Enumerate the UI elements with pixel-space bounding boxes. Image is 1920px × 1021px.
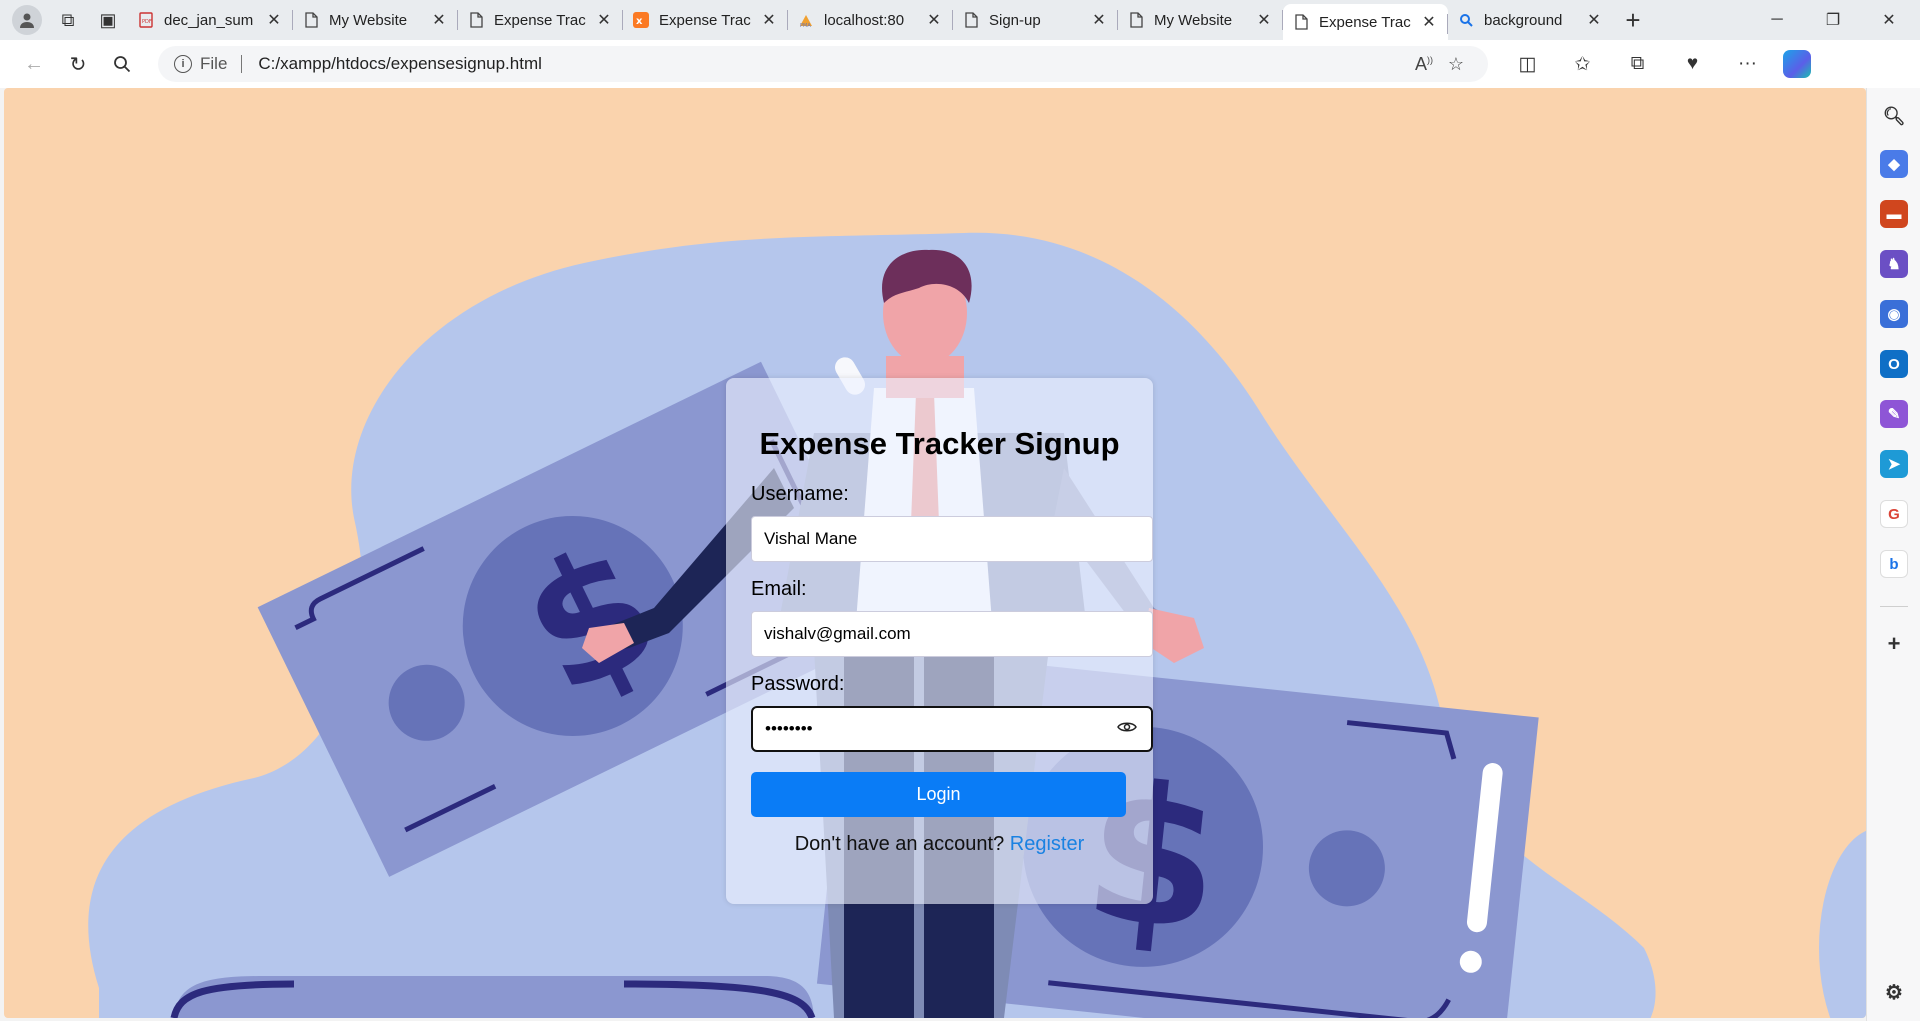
page-icon xyxy=(1128,12,1144,28)
sidebar-games-icon[interactable]: ♞ xyxy=(1880,250,1908,278)
sidebar-google-icon[interactable]: G xyxy=(1880,500,1908,528)
tab-label: localhost:80 xyxy=(824,11,905,29)
site-info-icon[interactable]: i xyxy=(174,55,192,73)
collections-icon[interactable]: ⧉ xyxy=(1610,44,1665,84)
divider xyxy=(241,55,243,73)
username-value: Vishal Mane xyxy=(764,529,858,548)
tab-close-icon[interactable]: ✕ xyxy=(925,10,943,30)
tab-close-icon[interactable]: ✕ xyxy=(1090,10,1108,30)
sidebar-outlook-icon[interactable]: O xyxy=(1880,350,1908,378)
tab-close-icon[interactable]: ✕ xyxy=(760,10,778,30)
form-title: Expense Tracker Signup xyxy=(759,426,1120,461)
read-aloud-icon[interactable]: A)) xyxy=(1408,54,1440,75)
minimize-button[interactable]: ─ xyxy=(1749,0,1805,40)
page-icon xyxy=(963,12,979,28)
browser-tab[interactable]: background ✕ xyxy=(1448,0,1613,40)
signup-form-card: Expense Tracker Signup Username: Vishal … xyxy=(726,378,1153,904)
browser-tab[interactable]: Expense Trac ✕ xyxy=(458,0,623,40)
tab-label: Expense Trac xyxy=(494,11,586,29)
browser-tab[interactable]: Expense Trac ✕ xyxy=(1283,4,1448,40)
tab-label: dec_jan_sum xyxy=(164,11,254,29)
xampp-icon: x xyxy=(633,12,649,28)
sidebar-bing-icon[interactable]: b xyxy=(1880,550,1908,578)
username-label: Username: xyxy=(751,483,849,505)
tab-close-icon[interactable]: ✕ xyxy=(430,10,448,30)
show-password-eye-icon[interactable] xyxy=(1117,720,1137,739)
page-icon xyxy=(1293,14,1309,30)
sidebar-search-icon[interactable]: 🔍︎ xyxy=(1880,102,1908,130)
tab-label: Expense Trac xyxy=(1319,13,1411,31)
split-screen-icon[interactable]: ◫ xyxy=(1500,44,1555,84)
tab-actions-icon[interactable]: ▣ xyxy=(88,0,128,40)
sidebar-divider xyxy=(1880,606,1908,607)
browser-tab[interactable]: My Website ✕ xyxy=(1118,0,1283,40)
more-menu-icon[interactable]: ··· xyxy=(1720,44,1775,84)
search-icon xyxy=(1458,12,1474,28)
omnibox[interactable]: i File C:/xampp/htdocs/expensesignup.htm… xyxy=(158,46,1488,82)
phpmyadmin-icon: PMA xyxy=(798,12,814,28)
sidebar-send-icon[interactable]: ➤ xyxy=(1880,450,1908,478)
browser-tab[interactable]: My Website ✕ xyxy=(293,0,458,40)
tab-close-icon[interactable]: ✕ xyxy=(1585,10,1603,30)
site-info-label: File xyxy=(200,54,228,73)
favorite-star-icon[interactable]: ☆ xyxy=(1440,54,1472,75)
tab-label: My Website xyxy=(1154,11,1233,29)
tab-close-icon[interactable]: ✕ xyxy=(1255,10,1273,30)
sidebar-shopping-icon[interactable]: ◆ xyxy=(1880,150,1908,178)
sidebar-microsoft365-icon[interactable]: ◉ xyxy=(1880,300,1908,328)
address-bar-row: ← ↻ i File C:/xampp/htdocs/expensesignup… xyxy=(0,40,1920,88)
tab-label: background xyxy=(1484,11,1563,29)
register-prompt: Don't have an account? Register xyxy=(726,833,1153,856)
register-link[interactable]: Register xyxy=(1010,833,1084,855)
email-value: vishalv@gmail.com xyxy=(764,624,911,643)
tab-close-icon[interactable]: ✕ xyxy=(265,10,283,30)
profile-avatar-icon[interactable] xyxy=(12,5,42,35)
tab-close-icon[interactable]: ✕ xyxy=(1420,12,1438,32)
page-icon xyxy=(468,12,484,28)
page-icon xyxy=(303,12,319,28)
url-text[interactable]: C:/xampp/htdocs/expensesignup.html xyxy=(258,54,1408,74)
tab-label: My Website xyxy=(329,11,408,29)
back-button[interactable]: ← xyxy=(12,44,56,84)
browser-tab[interactable]: x Expense Trac ✕ xyxy=(623,0,788,40)
tab-label: Expense Trac xyxy=(659,11,751,29)
register-prompt-text: Don't have an account? xyxy=(794,833,1005,855)
sidebar-tools-icon[interactable]: ▬ xyxy=(1880,200,1908,228)
close-window-button[interactable]: ✕ xyxy=(1861,0,1917,40)
workspaces-icon[interactable]: ⧉ xyxy=(48,0,88,40)
username-input[interactable]: Vishal Mane xyxy=(751,516,1153,562)
svg-text:PDF: PDF xyxy=(142,19,152,25)
sidebar-settings-gear-icon[interactable]: ⚙ xyxy=(1880,978,1908,1006)
password-input[interactable]: •••••••• xyxy=(751,706,1153,752)
browser-tab[interactable]: PDF dec_jan_sum ✕ xyxy=(128,0,293,40)
copilot-icon[interactable] xyxy=(1783,50,1811,78)
favorites-icon[interactable]: ✩ xyxy=(1555,44,1610,84)
search-icon[interactable] xyxy=(100,44,144,84)
edge-sidebar: 🔍︎ ◆ ▬ ♞ ◉ O ✎ ➤ G b + ⚙ xyxy=(1866,88,1920,1021)
pdf-icon: PDF xyxy=(138,12,154,28)
refresh-button[interactable]: ↻ xyxy=(56,44,100,84)
svg-text:x: x xyxy=(636,16,643,27)
email-label: Email: xyxy=(751,578,807,600)
sidebar-designer-icon[interactable]: ✎ xyxy=(1880,400,1908,428)
page-viewport: $ $ Expense Tracker Signup Username: Vis… xyxy=(4,88,1866,1018)
email-input[interactable]: vishalv@gmail.com xyxy=(751,611,1153,657)
login-button[interactable]: Login xyxy=(751,772,1126,817)
restore-button[interactable]: ❐ xyxy=(1805,0,1861,40)
browser-essentials-icon[interactable]: ♥ xyxy=(1665,44,1720,84)
password-label: Password: xyxy=(751,673,845,695)
new-tab-button[interactable]: + xyxy=(1613,0,1653,40)
browser-tab[interactable]: PMA localhost:80 ✕ xyxy=(788,0,953,40)
tab-strip: ⧉ ▣ PDF dec_jan_sum ✕ My Website ✕ Expense Tr… xyxy=(0,0,1920,40)
tab-close-icon[interactable]: ✕ xyxy=(595,10,613,30)
tab-label: Sign-up xyxy=(989,11,1041,29)
svg-text:PMA: PMA xyxy=(800,23,811,28)
password-value: •••••••• xyxy=(765,719,813,738)
browser-tab[interactable]: Sign-up ✕ xyxy=(953,0,1118,40)
sidebar-add-icon[interactable]: + xyxy=(1880,630,1908,658)
